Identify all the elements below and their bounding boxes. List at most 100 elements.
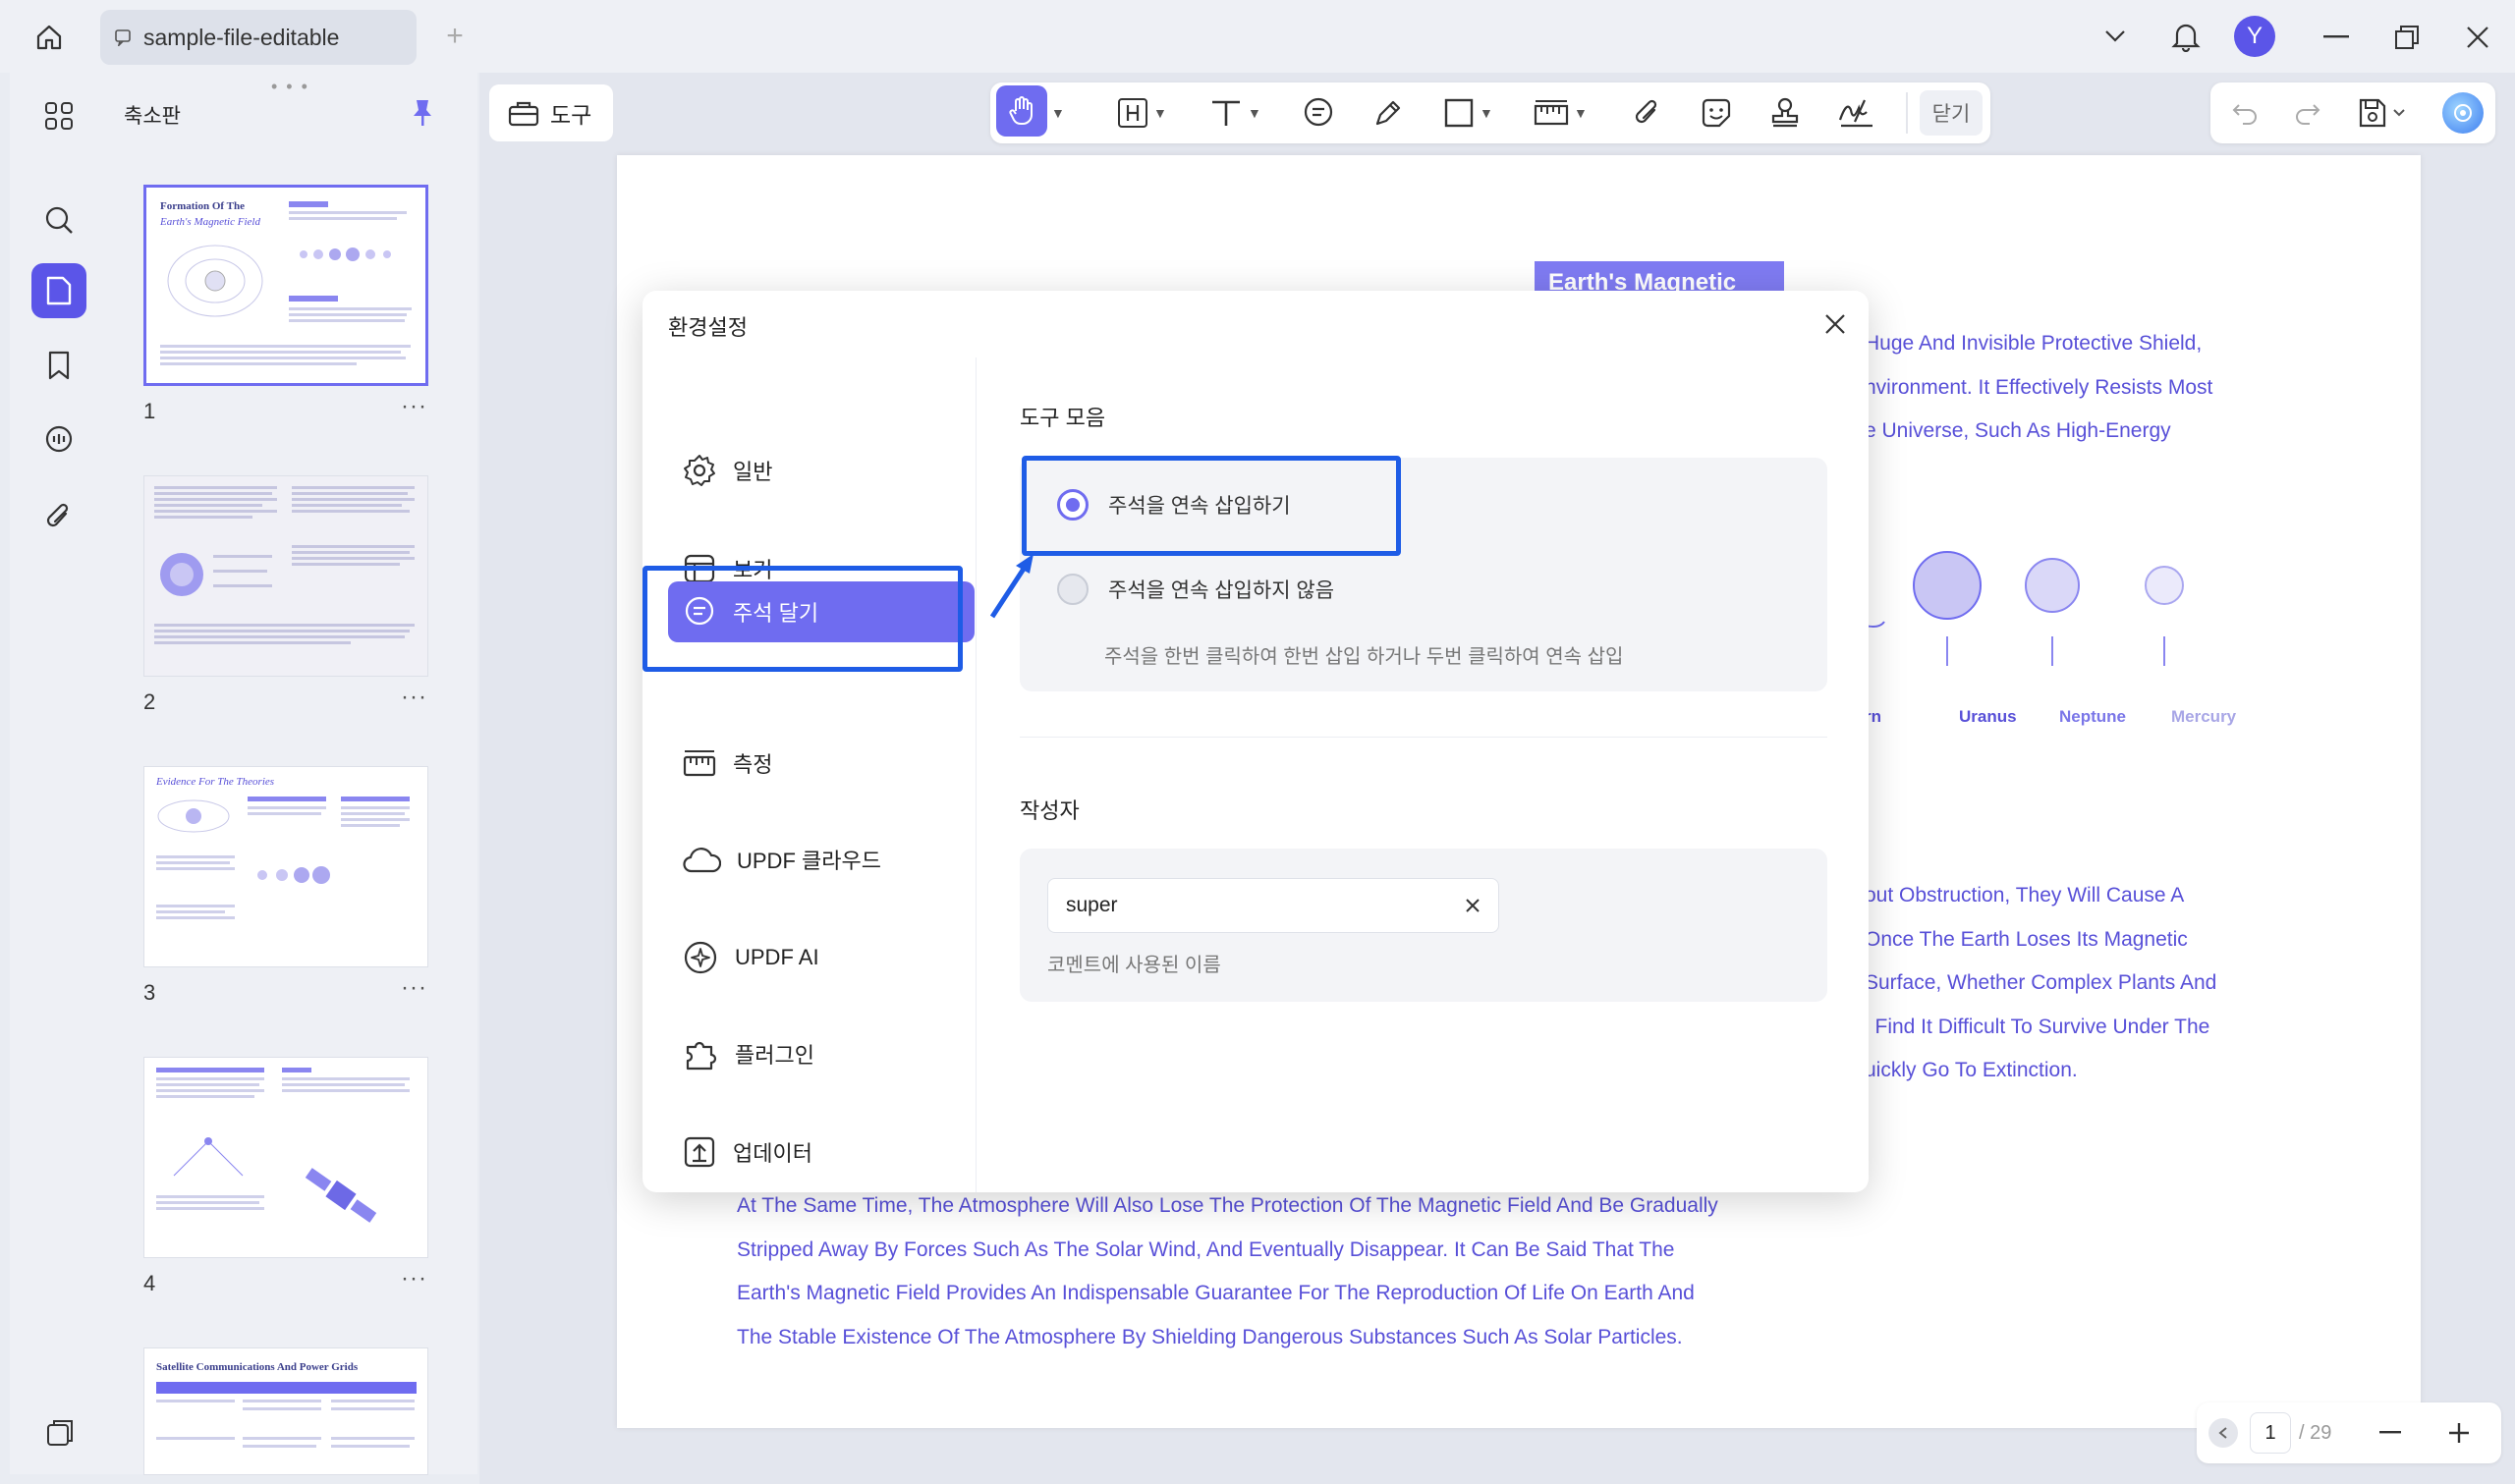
undo-icon[interactable] [2228,96,2262,130]
sticker-tool[interactable] [1700,91,1733,135]
paragraph-1: Huge And Invisible Protective Shield, nv… [1865,322,2212,454]
ai-assistant-icon[interactable] [2442,92,2484,134]
attach-tool[interactable] [1633,91,1662,135]
restore-icon[interactable] [2389,20,2425,55]
more-options-button[interactable]: ··· [401,974,427,1002]
menu-item-updater[interactable]: 업데이터 [668,1122,975,1182]
page-navigator: 1 / 29 [2197,1402,2501,1463]
toolset-hint: 주석을 한번 클릭하여 한번 삽입 하거나 두번 클릭하여 연속 삽입 [1104,646,1624,668]
author-value: super [1066,894,1118,916]
page-number-input[interactable]: 1 [2250,1412,2291,1454]
more-options-button[interactable]: ··· [401,393,427,420]
more-options-button[interactable]: ··· [401,684,427,711]
thumbnail-page-2[interactable] [143,475,428,677]
annotation-toolbar: ▼ ▼ ▼ ▼ ▼ 닫기 [990,82,1990,143]
comment-tool[interactable] [1301,91,1336,135]
bell-icon[interactable] [2167,18,2205,55]
minimize-icon[interactable] [2319,20,2354,55]
thumbnails-icon[interactable] [31,263,86,318]
text-line: Stripped Away By Forces Such As The Sola… [737,1237,1675,1261]
close-toolbar-button[interactable]: 닫기 [1920,90,1983,136]
menu-label: 업데이터 [733,1141,812,1166]
planet-label: Neptune [2059,707,2126,726]
save-icon[interactable] [2354,94,2411,132]
heading-icon [1116,96,1149,130]
thumbnail-page-1[interactable]: Formation Of The Earth's Magnetic Field [143,185,428,386]
avatar[interactable]: Y [2234,16,2275,57]
preferences-menu: 일반 보기 주석 달기 측정 UPDF 클라우드 UPDF AI 플러그인 업데… [643,357,977,1192]
left-rail [10,73,100,1474]
thumbnail-number: 2 [143,689,156,714]
thumbnail-panel: 축소판 • • • Formation Of The Earth's Magne… [98,73,477,1475]
menu-item-general[interactable]: 일반 [668,440,975,501]
pin-icon[interactable] [409,96,436,130]
layers-icon[interactable] [31,1406,86,1461]
divider [1906,92,1908,134]
tools-button[interactable]: 도구 [489,84,613,141]
drag-handle[interactable]: • • • [271,77,309,97]
measure-tool[interactable]: ▼ [1533,91,1588,135]
author-input[interactable]: super [1047,878,1499,933]
text-line: out Obstruction, They Will Cause A [1865,884,2185,907]
attachment-icon[interactable] [31,489,86,544]
planet-label: Mercury [2171,707,2237,726]
bookmark-icon[interactable] [31,338,86,393]
highlight-menu-annotation [643,566,963,672]
menu-item-measure[interactable]: 측정 [668,733,975,794]
thumbnail-page-3[interactable]: Evidence For The Theories [143,766,428,967]
ruler-icon [1533,96,1570,130]
more-options-button[interactable]: ··· [401,1265,427,1292]
rectangle-icon [1442,96,1476,130]
menu-label: UPDF 클라우드 [737,849,881,873]
thumbnail-number: 3 [143,980,156,1005]
apps-icon[interactable] [31,88,86,143]
section-title-toolset: 도구 모음 [1020,406,1106,430]
puzzle-icon [682,1035,719,1072]
home-icon[interactable] [29,18,69,57]
planet-diagram [1835,547,2184,666]
gear-icon [682,453,717,488]
menu-label: 플러그인 [735,1043,814,1068]
shape-tool[interactable]: ▼ [1442,91,1493,135]
hand-icon [996,85,1047,137]
ruler-icon [682,745,717,781]
clear-input-icon[interactable] [1465,898,1481,913]
close-icon[interactable] [1817,306,1853,342]
menu-label: UPDF AI [735,945,819,969]
comment-tab-icon [114,28,132,46]
menu-item-plugin[interactable]: 플러그인 [668,1023,975,1084]
previous-page-button[interactable] [2208,1418,2238,1448]
stamp-tool[interactable] [1768,91,1802,135]
svg-text:Earth's Magnetic Field: Earth's Magnetic Field [159,216,260,228]
menu-item-cloud[interactable]: UPDF 클라우드 [668,829,975,890]
svg-text:Formation Of The: Formation Of The [160,200,245,212]
heading-tool[interactable]: ▼ [1116,91,1167,135]
signature-tool[interactable] [1837,91,1876,135]
close-window-icon[interactable] [2460,20,2495,55]
hand-tool[interactable]: ▼ [996,85,1065,137]
thumbnail-page-5[interactable]: Satellite Communications And Power Grids [143,1347,428,1475]
thumbnail-page-4[interactable] [143,1057,428,1258]
zoom-in-icon[interactable] [2444,1418,2474,1448]
paperclip-icon [1633,96,1662,130]
text-line: Earth's Magnetic Field Provides An Indis… [737,1282,1695,1304]
chevron-down-icon[interactable] [2098,20,2132,53]
new-tab-button[interactable]: + [438,20,472,53]
menu-label: 측정 [733,752,773,777]
comments-icon[interactable] [31,412,86,467]
menu-item-ai[interactable]: UPDF AI [668,927,975,988]
signature-icon [1837,96,1876,130]
highlight-tool[interactable] [1371,91,1405,135]
paragraph-3: At The Same Time, The Atmosphere Will Al… [737,1184,1718,1359]
paragraph-2: out Obstruction, They Will Cause A Once … [1865,874,2216,1093]
search-icon[interactable] [31,192,86,247]
text-line: Once The Earth Loses Its Magnetic [1865,927,2188,951]
redo-icon[interactable] [2291,96,2324,130]
highlight-radio-option [1022,456,1401,556]
update-icon [682,1134,717,1170]
text-tool[interactable]: ▼ [1208,91,1261,135]
radio-single[interactable]: 주석을 연속 삽입하지 않음 [1057,574,1334,605]
zoom-out-icon[interactable] [2375,1418,2405,1448]
ai-icon [682,939,719,976]
document-tab[interactable]: sample-file-editable [100,10,417,65]
